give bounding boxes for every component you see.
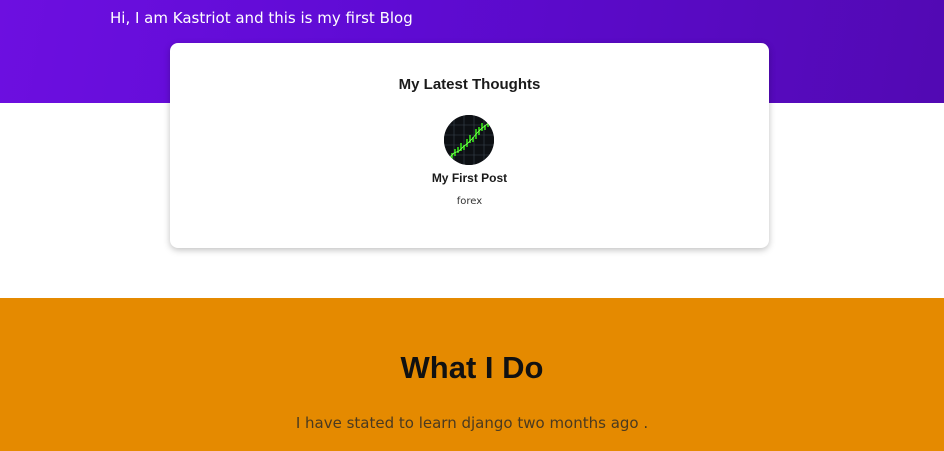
post-thumbnail[interactable] xyxy=(444,115,494,165)
latest-thoughts-card: My Latest Thoughts My First Post forex xyxy=(170,43,769,248)
post-title-link[interactable]: My First Post xyxy=(170,171,769,185)
hero-greeting: Hi, I am Kastriot and this is my first B… xyxy=(110,9,413,27)
chart-thumbnail-icon xyxy=(444,115,494,165)
post-tag: forex xyxy=(456,196,483,207)
latest-thoughts-title: My Latest Thoughts xyxy=(398,76,541,93)
what-i-do-section: What I Do I have stated to learn django … xyxy=(0,298,944,451)
what-i-do-description: I have stated to learn django two months… xyxy=(295,414,649,432)
page: Hi, I am Kastriot and this is my first B… xyxy=(0,0,944,451)
what-i-do-heading: What I Do xyxy=(400,350,544,385)
